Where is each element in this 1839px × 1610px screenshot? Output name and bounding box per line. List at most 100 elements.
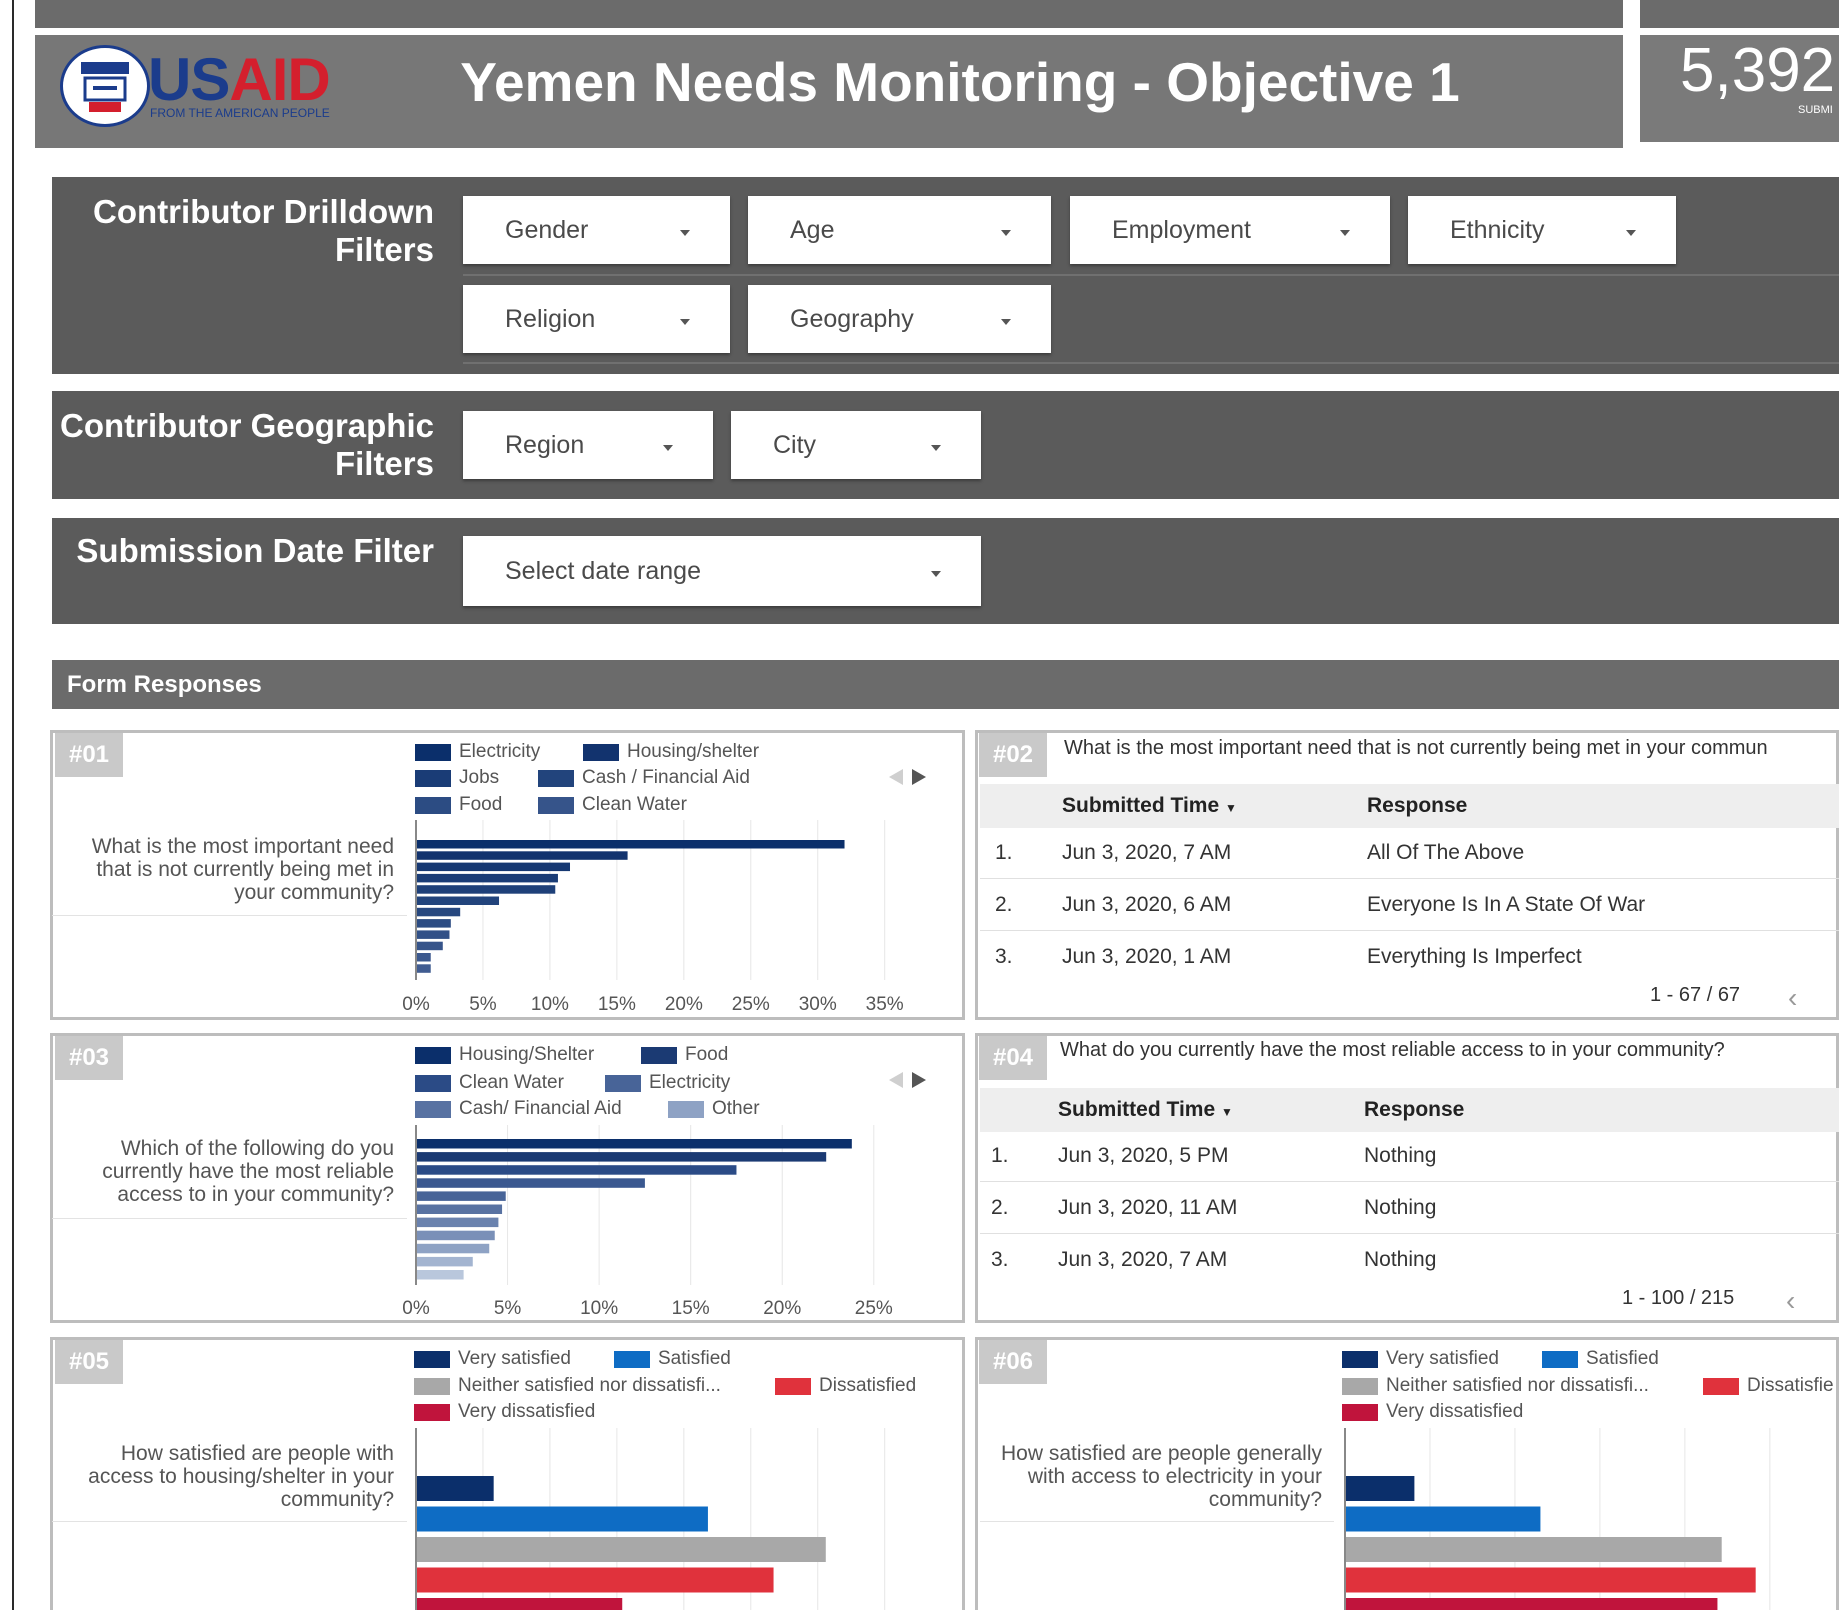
row-time: Jun 3, 2020, 7 AM xyxy=(1062,841,1232,864)
kpi-label: SUBMI xyxy=(1798,104,1833,116)
legend-swatch xyxy=(538,796,574,814)
bar xyxy=(417,851,628,860)
bar xyxy=(417,964,431,973)
dropdown-label: City xyxy=(773,430,817,459)
legend-pager[interactable] xyxy=(885,766,931,793)
gender-filter-dropdown[interactable]: Gender xyxy=(463,196,730,264)
date-range-dropdown[interactable]: Select date range xyxy=(463,536,981,606)
bar xyxy=(417,1139,852,1149)
bar xyxy=(417,1217,499,1228)
submitted-time-column-header[interactable]: Submitted Time ▼ xyxy=(1062,794,1237,818)
bar xyxy=(1346,1567,1756,1593)
bar xyxy=(417,1567,774,1593)
logo-tagline: FROM THE AMERICAN PEOPLE xyxy=(150,106,330,120)
bar xyxy=(417,1178,645,1188)
age-filter-dropdown[interactable]: Age xyxy=(748,196,1051,264)
legend-item: Cash/ Financial Aid xyxy=(415,1098,622,1120)
divider xyxy=(52,915,407,916)
response-column-header[interactable]: Response xyxy=(1367,794,1467,818)
employment-filter-dropdown[interactable]: Employment xyxy=(1070,196,1390,264)
chart-01: 0% 5% 10% 15% 20% 25% 30% 35% xyxy=(402,820,904,1015)
card-badge: #02 xyxy=(979,733,1047,777)
tick-label: 5% xyxy=(494,1298,522,1319)
card-badge: #04 xyxy=(979,1036,1047,1080)
drilldown-filter-label: Contributor Drilldown Filters xyxy=(93,193,434,268)
bar xyxy=(417,941,443,951)
submitted-time-column-header[interactable]: Submitted Time ▼ xyxy=(1058,1098,1233,1122)
table-card-02 xyxy=(975,730,1839,1020)
dropdown-label: Religion xyxy=(505,304,596,333)
legend-swatch xyxy=(775,1377,811,1395)
prev-page-icon[interactable]: ‹ xyxy=(1786,1285,1795,1317)
divider xyxy=(980,1521,1334,1522)
legend-swatch xyxy=(1542,1350,1578,1368)
legend-item: Cash / Financial Aid xyxy=(538,767,750,789)
legend-swatch xyxy=(605,1074,641,1092)
tick-label: 25% xyxy=(732,994,770,1015)
legend-item: Very satisfied xyxy=(414,1348,571,1370)
bar xyxy=(417,1598,623,1610)
tick-label: 35% xyxy=(866,994,904,1015)
row-response: Nothing xyxy=(1364,1144,1437,1167)
bar xyxy=(417,1270,464,1280)
ethnicity-filter-dropdown[interactable]: Ethnicity xyxy=(1408,196,1676,264)
page-title: Yemen Needs Monitoring - Objective 1 xyxy=(460,51,1460,113)
bar xyxy=(417,1204,503,1214)
geography-filter-dropdown[interactable]: Geography xyxy=(748,285,1051,353)
bar xyxy=(417,1152,827,1162)
dropdown-label: Region xyxy=(505,430,585,459)
row-response: All Of The Above xyxy=(1367,841,1525,864)
bar xyxy=(417,1476,494,1501)
caret-down-icon xyxy=(680,319,690,325)
caret-down-icon xyxy=(1001,319,1011,325)
legend-swatch xyxy=(415,1074,451,1092)
divider xyxy=(52,1521,407,1522)
row-number: 3. xyxy=(991,1248,1009,1271)
legend-swatch xyxy=(414,1377,450,1395)
legend-swatch xyxy=(414,1350,450,1368)
legend-swatch xyxy=(415,769,451,787)
legend-label: Clean Water xyxy=(459,1072,564,1093)
caret-down-icon xyxy=(931,445,941,451)
column-label: Submitted Time xyxy=(1062,794,1220,817)
legend-label: Very satisfied xyxy=(458,1348,571,1369)
card-question: How satisfied are people with access to … xyxy=(88,1442,394,1511)
bar xyxy=(1346,1476,1415,1501)
legend-label: Cash/ Financial Aid xyxy=(459,1098,622,1119)
legend-item: Housing/shelter xyxy=(583,741,759,763)
chart-05: 0%5%10%15%20%25%30%35% xyxy=(415,1428,886,1610)
caret-down-icon xyxy=(1001,230,1011,236)
legend-pager[interactable] xyxy=(885,1069,931,1096)
prev-page-icon[interactable]: ‹ xyxy=(1788,982,1797,1014)
dropdown-label: Age xyxy=(790,215,835,244)
region-filter-dropdown[interactable]: Region xyxy=(463,411,713,479)
legend-label: Neither satisfied nor dissatisfi... xyxy=(458,1375,721,1396)
response-column-header[interactable]: Response xyxy=(1364,1098,1464,1122)
bar xyxy=(417,1243,490,1254)
date-filter-label: Submission Date Filter xyxy=(76,532,434,569)
tick-label: 5% xyxy=(469,994,497,1015)
bar xyxy=(417,930,450,939)
legend-label: Food xyxy=(685,1044,729,1065)
row-number: 2. xyxy=(991,1196,1009,1219)
legend-label: Very satisfied xyxy=(1386,1348,1499,1369)
bar xyxy=(417,1191,506,1201)
row-number: 3. xyxy=(995,945,1013,968)
legend-item: Satisfied xyxy=(1542,1348,1659,1370)
dropdown-label: Employment xyxy=(1112,215,1251,244)
bar xyxy=(417,1230,495,1241)
top-strip xyxy=(35,0,1623,28)
tick-label: 0% xyxy=(402,1298,430,1319)
tick-label: 10% xyxy=(531,994,569,1015)
window-edge xyxy=(12,0,14,1610)
legend-item: Neither satisfied nor dissatisfi... xyxy=(414,1375,721,1397)
city-filter-dropdown[interactable]: City xyxy=(731,411,981,479)
tick-label: 20% xyxy=(665,994,703,1015)
religion-filter-dropdown[interactable]: Religion xyxy=(463,285,730,353)
legend-swatch xyxy=(415,743,451,761)
legend-item: Jobs xyxy=(415,767,499,789)
legend-label: Satisfied xyxy=(658,1348,731,1369)
row-time: Jun 3, 2020, 6 AM xyxy=(1062,893,1232,916)
legend-swatch xyxy=(1342,1350,1378,1368)
row-number: 1. xyxy=(995,841,1013,864)
